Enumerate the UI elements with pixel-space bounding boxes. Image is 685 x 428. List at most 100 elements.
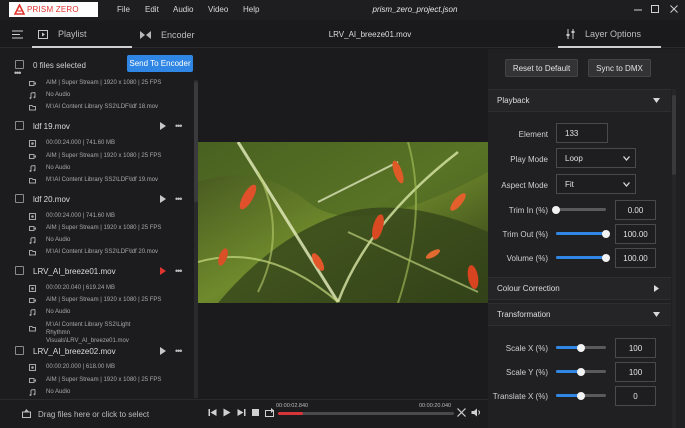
encoder-icon [140, 31, 151, 39]
app-logo: PRISM ZERO [9, 2, 98, 17]
drop-files-hint[interactable]: Drag files here or click to select [38, 410, 149, 419]
play-mode-label: Play Mode [510, 155, 548, 164]
folder-icon [29, 250, 36, 256]
reset-to-default-button[interactable]: Reset to Default [505, 59, 578, 77]
colour-correction-section-header[interactable]: Colour Correction [488, 277, 671, 300]
item-duration-size: 00:00:24.000 | 741.60 MB [46, 213, 115, 219]
slider-track[interactable] [556, 208, 606, 211]
more-options-icon[interactable]: ••• [175, 121, 183, 131]
item-stream: AIM | Super Stream | 1920 x 1080 | 25 FP… [46, 225, 162, 231]
folder-icon [29, 178, 36, 184]
shuffle-icon[interactable] [457, 408, 466, 417]
skip-back-icon[interactable] [208, 408, 217, 417]
play-icon[interactable] [223, 408, 231, 417]
menu-video[interactable]: Video [208, 5, 228, 14]
tab-bar: Playlist Encoder LRV_AI_breeze01.mov Lay… [0, 22, 685, 48]
item-stream: AIM | Super Stream | 1920 x 1080 | 25 FP… [46, 297, 162, 303]
loop-icon[interactable] [265, 408, 275, 417]
clock-icon [29, 364, 36, 371]
minimize-icon[interactable] [632, 3, 644, 15]
play-icon[interactable] [160, 122, 166, 130]
tab-layer-options[interactable]: Layer Options [558, 22, 661, 48]
tab-playlist[interactable]: Playlist [32, 22, 132, 48]
element-input[interactable]: 133 [556, 123, 608, 143]
slider-knob[interactable] [602, 253, 610, 262]
layer-options-panel: Reset to Default Sync to DMX Playback El… [488, 49, 685, 428]
item-filename: ldf 19.mov [33, 122, 70, 131]
item-duration-size: 00:00:20.040 | 619.24 MB [46, 285, 115, 291]
scrollbar-thumb[interactable] [672, 95, 676, 175]
more-options-icon[interactable]: ••• [175, 194, 183, 204]
play-icon-active[interactable] [160, 267, 166, 275]
bottom-transport-bar: Drag files here or click to select 00:00… [0, 399, 488, 428]
item-filename: LRV_AI_breeze02.mov [33, 347, 116, 356]
upload-file-icon[interactable] [22, 409, 31, 418]
item-stream: AIM | Super Stream | 1920 x 1080 | 25 FP… [46, 80, 162, 86]
slider-fill [556, 256, 606, 259]
tab-encoder[interactable]: Encoder [140, 22, 230, 48]
skip-forward-icon[interactable] [237, 408, 246, 417]
trim-in-input[interactable]: 0.00 [615, 200, 656, 220]
playback-section-header[interactable]: Playback [488, 89, 671, 112]
chevron-right-icon [654, 285, 659, 292]
slider-knob[interactable] [577, 343, 585, 352]
menu-edit[interactable]: Edit [145, 5, 159, 14]
hamburger-menu-icon[interactable] [12, 30, 23, 39]
files-selected-label: 0 files selected [33, 61, 86, 70]
chevron-down-icon [653, 312, 660, 317]
more-options-icon[interactable]: ••• [14, 68, 22, 78]
volume-icon[interactable] [471, 408, 481, 417]
volume-input[interactable]: 100.00 [615, 248, 656, 268]
transformation-section-header[interactable]: Transformation [488, 303, 671, 326]
slider-fill [556, 232, 606, 235]
more-options-icon[interactable]: ••• [175, 266, 183, 276]
scale-y-label: Scale Y (%) [506, 368, 548, 377]
transformation-header-label: Transformation [497, 310, 551, 319]
play-icon[interactable] [160, 195, 166, 203]
item-checkbox[interactable] [15, 266, 24, 275]
options-scrollbar[interactable] [672, 89, 676, 428]
more-options-icon[interactable]: ••• [175, 346, 183, 356]
video-preview[interactable] [198, 142, 488, 303]
slider-knob[interactable] [602, 229, 610, 238]
menu-audio[interactable]: Audio [173, 5, 193, 14]
play-mode-select[interactable]: Loop [556, 148, 636, 168]
clock-icon [29, 213, 36, 220]
playlist-icon [38, 29, 48, 39]
slider-knob[interactable] [577, 367, 585, 376]
trim-out-label: Trim Out (%) [502, 230, 548, 239]
translate-x-input[interactable]: 0 [615, 386, 656, 406]
item-path: M:\AI Content Library SS2\LDF\ldf 19.mov [46, 177, 159, 183]
sync-to-dmx-button[interactable]: Sync to DMX [588, 59, 651, 77]
timeline-track[interactable] [278, 412, 454, 415]
scale-x-label: Scale X (%) [505, 344, 548, 353]
send-to-encoder-button[interactable]: Send To Encoder [127, 55, 193, 72]
scale-y-input[interactable]: 100 [615, 362, 656, 382]
trim-out-input[interactable]: 100.00 [615, 224, 656, 244]
audio-icon [29, 92, 36, 99]
item-checkbox[interactable] [15, 346, 24, 355]
item-checkbox[interactable] [15, 121, 24, 130]
item-audio: No Audio [46, 237, 71, 243]
item-audio: No Audio [46, 309, 71, 315]
trim-in-label: Trim In (%) [508, 206, 548, 215]
item-checkbox[interactable] [15, 194, 24, 203]
title-bar: PRISM ZERO File Edit Audio Video Help pr… [0, 0, 685, 20]
project-filename: prism_zero_project.json [372, 5, 458, 14]
tab-playlist-label: Playlist [58, 29, 87, 39]
chevron-down-icon [623, 182, 630, 187]
stop-icon[interactable] [251, 408, 260, 417]
aspect-mode-select[interactable]: Fit [556, 174, 636, 194]
slider-knob[interactable] [577, 391, 585, 400]
close-icon[interactable] [668, 3, 680, 15]
tab-layer-options-label: Layer Options [585, 29, 642, 39]
play-icon[interactable] [160, 347, 166, 355]
brand-name: PRISM ZERO [27, 5, 79, 14]
play-mode-value: Loop [565, 153, 583, 163]
menu-help[interactable]: Help [243, 5, 259, 14]
audio-icon [29, 165, 36, 172]
menu-file[interactable]: File [117, 5, 130, 14]
slider-knob[interactable] [552, 205, 560, 214]
scale-x-input[interactable]: 100 [615, 338, 656, 358]
maximize-icon[interactable] [649, 3, 661, 15]
